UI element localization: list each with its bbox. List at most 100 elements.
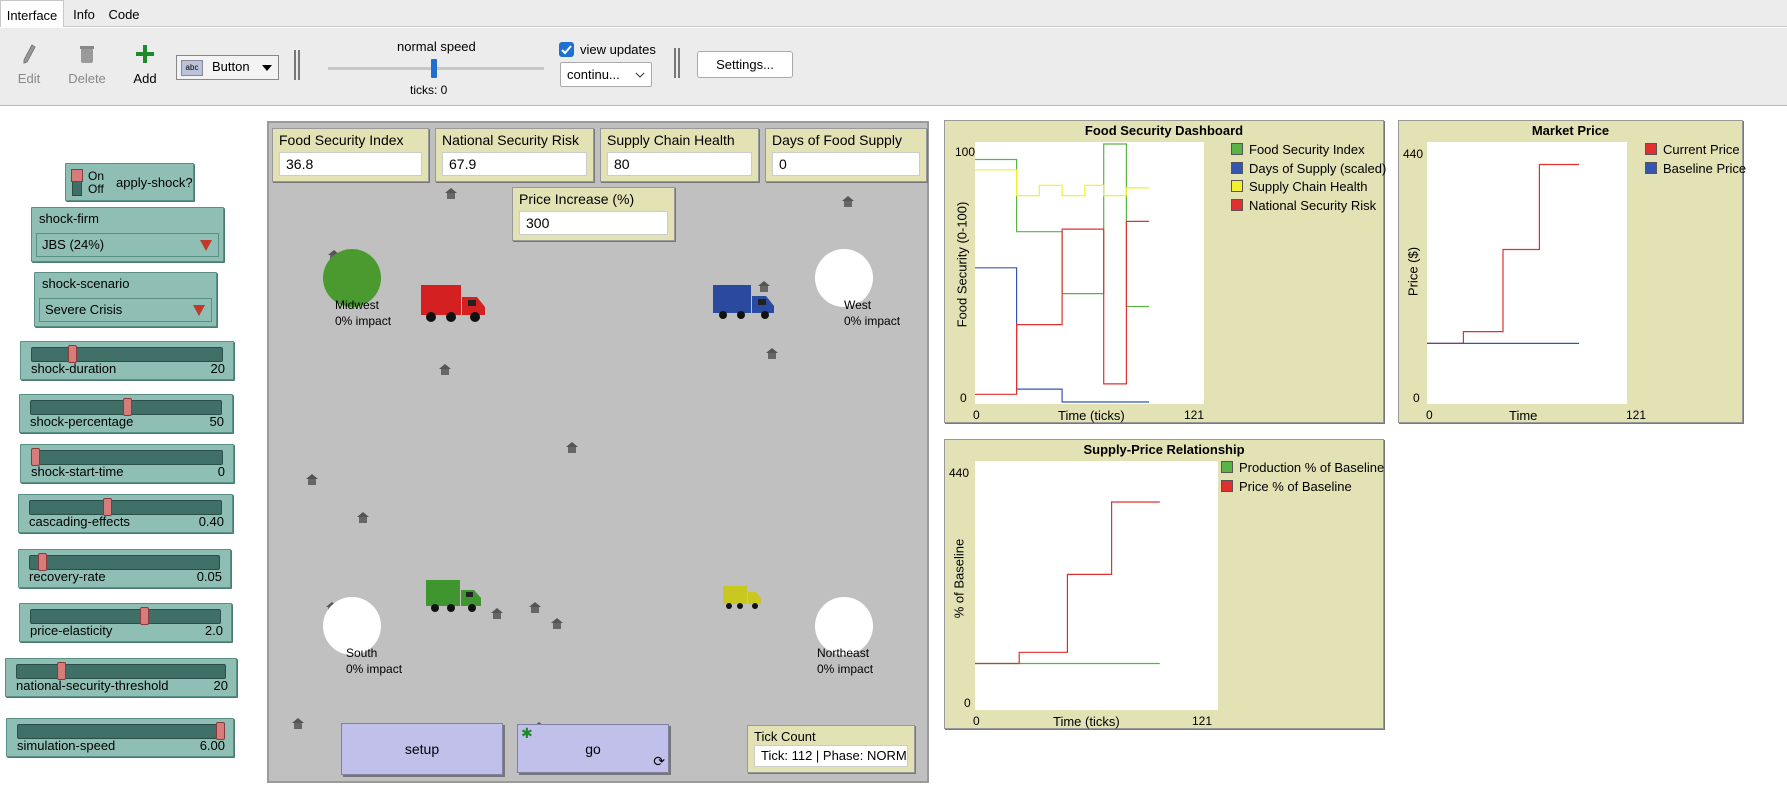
series-line [1427, 163, 1580, 344]
legend-item: Production % of Baseline [1221, 459, 1384, 478]
pencil-icon [23, 44, 36, 64]
shock-scenario-chooser[interactable]: shock-scenario Severe Crisis [34, 272, 217, 327]
slider-thumb[interactable] [140, 607, 150, 625]
switch-on-label: On [88, 169, 105, 183]
legend-item: Food Security Index [1231, 141, 1386, 160]
slider-track[interactable] [30, 609, 221, 624]
chooser-value-box[interactable]: Severe Crisis [39, 298, 212, 322]
switch-thumb[interactable] [71, 169, 83, 182]
widget-type-label: Button [212, 59, 250, 74]
go-button[interactable]: go ✱ ⟳ [517, 724, 669, 773]
series-line [975, 220, 1150, 395]
truck-icon [421, 285, 485, 322]
y-max-label: 100 [955, 145, 976, 159]
button-widget-icon: abc [181, 60, 203, 76]
house-icon [439, 364, 451, 375]
plus-icon [136, 45, 154, 63]
update-mode-select[interactable]: continu... [560, 62, 652, 87]
plot-legend: Food Security Index Days of Supply (scale… [1231, 141, 1386, 215]
slider-shock-duration[interactable]: shock-duration 20 [20, 341, 234, 380]
world-view[interactable]: Midwest 0% impact West 0% impact South 0% i… [267, 121, 929, 783]
edit-label: Edit [17, 71, 41, 86]
legend-swatch [1645, 143, 1657, 155]
truck-icon [713, 285, 774, 319]
slider-simulation-speed[interactable]: simulation-speed 6.00 [6, 718, 234, 757]
slider-cascading-effects[interactable]: cascading-effects 0.40 [18, 494, 233, 533]
x-max-label: 121 [1626, 408, 1647, 422]
house-icon [566, 442, 578, 453]
slider-name: shock-start-time [31, 464, 124, 479]
legend-item: Current Price [1645, 141, 1746, 160]
slider-name: national-security-threshold [16, 678, 169, 693]
speed-label: normal speed [397, 39, 476, 54]
slider-track[interactable] [29, 500, 222, 515]
house-icon [491, 608, 503, 619]
view-updates-checkbox[interactable] [559, 42, 574, 57]
y-max-label: 440 [949, 466, 970, 480]
apply-shock-switch[interactable]: On Off apply-shock? [65, 163, 194, 201]
slider-value: 6.00 [199, 738, 225, 753]
chooser-value-box[interactable]: JBS (24%) [36, 233, 219, 257]
shock-firm-chooser[interactable]: shock-firm JBS (24%) [31, 207, 224, 262]
forever-loop-icon: ⟳ [653, 753, 665, 769]
legend-swatch [1231, 198, 1243, 211]
legend-label: Production % of Baseline [1239, 460, 1385, 475]
settings-button[interactable]: Settings... [697, 51, 793, 78]
region-northeast-label: Northeast 0% impact [817, 646, 874, 676]
monitor-days-of-food-supply: Days of Food Supply 0 [765, 128, 927, 182]
legend-label: Current Price [1663, 142, 1740, 157]
slider-national-security-threshold[interactable]: national-security-threshold 20 [5, 658, 237, 697]
x-axis-label: Time (ticks) [1053, 714, 1120, 729]
edit-button[interactable]: Edit [4, 44, 54, 86]
slider-shock-start-time[interactable]: shock-start-time 0 [20, 444, 234, 483]
x-min-label: 0 [973, 408, 980, 422]
checkmark-icon [561, 45, 572, 55]
speed-slider-thumb[interactable] [431, 59, 437, 78]
tab-info[interactable]: Info [66, 0, 102, 27]
plot-food-security-dashboard: Food Security Dashboard 100 0 0 121 Time… [944, 120, 1386, 423]
slider-price-elasticity[interactable]: price-elasticity 2.0 [19, 603, 232, 642]
slider-track[interactable] [17, 724, 223, 739]
monitor-tick-count: Tick Count Tick: 112 | Phase: NORMAL [747, 725, 915, 773]
slider-track[interactable] [29, 555, 220, 570]
slider-track[interactable] [31, 347, 223, 362]
chooser-value: JBS (24%) [42, 237, 105, 252]
house-icon [445, 188, 457, 199]
add-label: Add [133, 71, 157, 86]
plot-supply-price-relationship: Supply-Price Relationship 440 0 0 121 Ti… [944, 439, 1384, 729]
plot-title: Food Security Dashboard [1084, 123, 1244, 138]
legend-swatch [1221, 479, 1233, 492]
house-icon [306, 474, 318, 485]
speed-slider[interactable] [328, 59, 544, 78]
y-min-label: 0 [1413, 391, 1420, 405]
chooser-name: shock-firm [39, 211, 99, 226]
truck-icon [426, 580, 481, 612]
slider-track[interactable] [16, 664, 226, 679]
legend-item: Price % of Baseline [1221, 478, 1384, 497]
legend-label: Food Security Index [1249, 142, 1365, 157]
slider-recovery-rate[interactable]: recovery-rate 0.05 [18, 549, 231, 588]
view-updates-label: view updates [580, 42, 656, 57]
widget-type-select[interactable]: abc Button [176, 55, 279, 80]
slider-value: 0.40 [198, 514, 224, 529]
delete-button[interactable]: Delete [62, 44, 112, 86]
tab-interface[interactable]: Interface [0, 0, 64, 27]
setup-button[interactable]: setup [341, 723, 503, 775]
slider-track[interactable] [31, 450, 223, 465]
plot-title: Market Price [1531, 123, 1610, 138]
tab-code[interactable]: Code [104, 0, 144, 27]
forever-star-icon: ✱ [521, 725, 533, 741]
slider-name: shock-duration [31, 361, 117, 376]
house-icon [842, 196, 854, 207]
plot-area [1427, 142, 1627, 404]
add-button[interactable]: Add [120, 44, 170, 86]
slider-shock-percentage[interactable]: shock-percentage 50 [19, 394, 233, 433]
region-midwest-label: Midwest 0% impact [335, 298, 392, 328]
legend-item: Days of Supply (scaled) [1231, 160, 1386, 179]
plot-area [975, 461, 1218, 710]
slider-value: 50 [209, 414, 224, 429]
plot-legend: Current Price Baseline Price [1645, 141, 1746, 178]
y-axis-label: % of Baseline [951, 538, 967, 619]
toolbar: Edit Delete Add abc Button normal speed … [0, 28, 1787, 106]
slider-name: simulation-speed [17, 738, 116, 753]
